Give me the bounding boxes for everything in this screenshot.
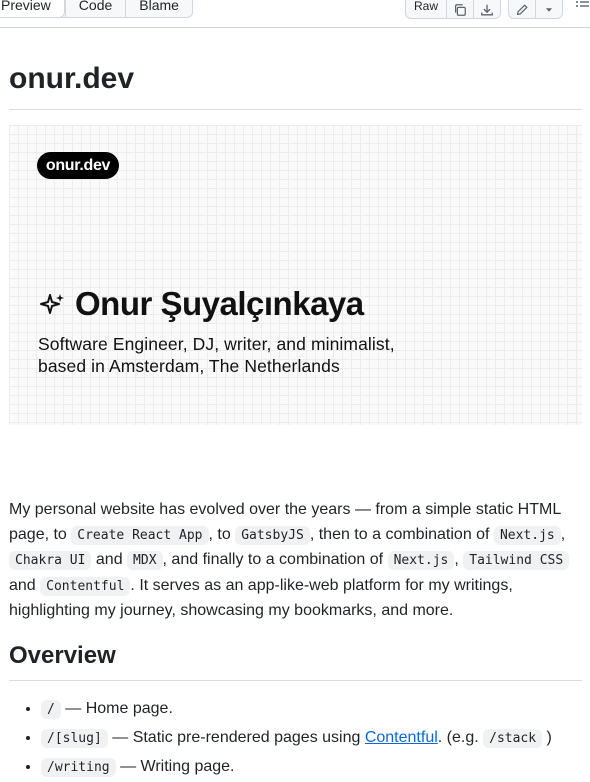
route-description: . (e.g. [437,729,484,746]
overview-list: / — Home page. /[slug] — Static pre-rend… [9,695,581,782]
inline-code: Next.js [387,551,455,570]
title-divider [9,109,582,110]
banner-subtitle: Software Engineer, DJ, writer, and minim… [38,333,395,377]
route-description: — Static pre-rendered pages using [107,729,365,746]
tab-preview[interactable]: Preview [0,0,65,17]
intro-paragraph: My personal website has evolved over the… [9,498,582,624]
intro-text: and [91,551,128,568]
banner-name-text: Onur Şuyalçınkaya [75,285,364,322]
inline-code: MDX [127,551,163,570]
tab-blame[interactable]: Blame [125,0,192,17]
intro-text: , and finally to a combination of [162,551,388,568]
banner-name: Onur Şuyalçınkaya [39,285,364,323]
overview-heading: Overview [9,642,116,669]
list-icon[interactable] [574,0,590,19]
route-code: / [41,700,61,719]
tab-code[interactable]: Code [64,0,125,17]
file-toolbar: Preview Code Blame Raw [0,0,590,28]
intro-text: and [9,576,41,594]
inline-code: Chakra UI [9,551,92,570]
download-icon[interactable] [473,0,500,18]
banner-image: onur.dev Onur Şuyalçınkaya Software Engi… [9,125,582,425]
inline-code: Next.js [493,525,561,545]
inline-code: Create React App [71,525,209,545]
overview-divider [9,680,582,681]
inline-code: Tailwind CSS [463,551,570,570]
route-code: /stack [483,729,543,748]
intro-text: , to [208,525,236,543]
sparkle-icon [40,294,64,314]
edit-actions-group [508,0,563,19]
readme-title: onur.dev [9,62,135,95]
pencil-icon[interactable] [509,0,535,18]
file-actions-group: Raw [405,0,501,19]
list-item: / — Home page. [41,695,581,724]
inline-code: Contentful [40,576,131,596]
list-item: /[slug] — Static pre-rendered pages usin… [41,724,581,753]
route-code: /[slug] [41,729,108,748]
intro-text: , [454,551,464,568]
view-mode-tabs: Preview Code Blame [0,0,193,18]
intro-text: , [560,525,566,543]
route-description: — Home page. [60,700,173,717]
contentful-link[interactable]: Contentful [365,729,438,746]
banner-logo-pill: onur.dev [37,152,119,179]
inline-code: GatsbyJS [235,525,310,545]
banner-subtitle-line2: based in Amsterdam, The Netherlands [38,356,340,376]
raw-button[interactable]: Raw [406,0,446,18]
banner-subtitle-line1: Software Engineer, DJ, writer, and minim… [38,334,395,354]
route-description: ) [546,729,552,746]
route-description: — Writing page. [115,758,235,775]
intro-text: , then to a combination of [309,525,494,543]
copy-icon[interactable] [446,0,473,18]
triangle-down-icon[interactable] [535,0,562,18]
